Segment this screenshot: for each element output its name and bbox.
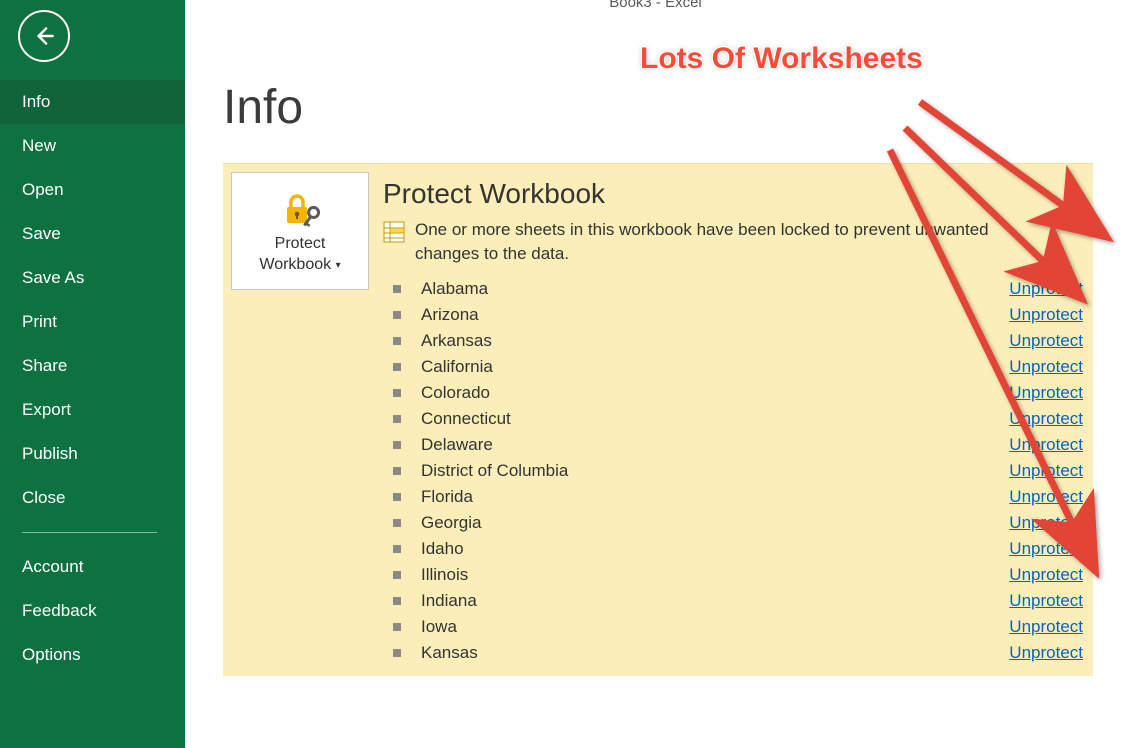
sidebar-divider	[22, 532, 157, 533]
sheet-row: ArkansasUnprotect	[383, 328, 1083, 354]
sheet-row: ArizonaUnprotect	[383, 302, 1083, 328]
sheet-row: GeorgiaUnprotect	[383, 510, 1083, 536]
sidebar-item-close[interactable]: Close	[0, 476, 185, 520]
sheet-name: Arizona	[421, 305, 1009, 325]
sidebar-item-feedback[interactable]: Feedback	[0, 589, 185, 633]
sheet-name: Idaho	[421, 539, 1009, 559]
unprotect-link[interactable]: Unprotect	[1009, 539, 1083, 559]
sheet-row: IndianaUnprotect	[383, 588, 1083, 614]
back-arrow-icon	[31, 23, 57, 49]
sheet-row: DelawareUnprotect	[383, 432, 1083, 458]
sheet-row: KansasUnprotect	[383, 640, 1083, 666]
protect-button-label-1: Protect	[275, 234, 326, 255]
sheet-name: Indiana	[421, 591, 1009, 611]
window-title-bar: Book3 - Excel	[185, 0, 1126, 8]
sheet-name: Florida	[421, 487, 1009, 507]
unprotect-link[interactable]: Unprotect	[1009, 279, 1083, 299]
bullet-icon	[393, 441, 401, 449]
sheet-row: District of ColumbiaUnprotect	[383, 458, 1083, 484]
sheet-row: AlabamaUnprotect	[383, 276, 1083, 302]
sidebar-item-publish[interactable]: Publish	[0, 432, 185, 476]
sidebar-item-export[interactable]: Export	[0, 388, 185, 432]
unprotect-link[interactable]: Unprotect	[1009, 487, 1083, 507]
sidebar-item-new[interactable]: New	[0, 124, 185, 168]
sheet-row: ColoradoUnprotect	[383, 380, 1083, 406]
unprotect-link[interactable]: Unprotect	[1009, 643, 1083, 663]
protect-workbook-button[interactable]: Protect Workbook ▾	[231, 172, 369, 290]
sheet-name: Colorado	[421, 383, 1009, 403]
bullet-icon	[393, 467, 401, 475]
unprotect-link[interactable]: Unprotect	[1009, 435, 1083, 455]
sidebar-item-save[interactable]: Save	[0, 212, 185, 256]
protect-workbook-card: Protect Workbook ▾ Protect Workbook One …	[223, 163, 1093, 676]
sheet-row: IllinoisUnprotect	[383, 562, 1083, 588]
sidebar-item-save-as[interactable]: Save As	[0, 256, 185, 300]
sheet-name: Arkansas	[421, 331, 1009, 351]
unprotect-link[interactable]: Unprotect	[1009, 461, 1083, 481]
sidebar-item-options[interactable]: Options	[0, 633, 185, 677]
sheet-row: IdahoUnprotect	[383, 536, 1083, 562]
card-heading: Protect Workbook	[383, 178, 1083, 210]
worksheet-icon	[383, 221, 405, 243]
sheet-row: FloridaUnprotect	[383, 484, 1083, 510]
sheet-row: CaliforniaUnprotect	[383, 354, 1083, 380]
sheet-name: District of Columbia	[421, 461, 1009, 481]
bullet-icon	[393, 311, 401, 319]
bullet-icon	[393, 571, 401, 579]
bullet-icon	[393, 415, 401, 423]
card-description: One or more sheets in this workbook have…	[415, 218, 1035, 266]
sheet-name: Alabama	[421, 279, 1009, 299]
bullet-icon	[393, 363, 401, 371]
sidebar-item-account[interactable]: Account	[0, 545, 185, 589]
unprotect-link[interactable]: Unprotect	[1009, 331, 1083, 351]
lock-key-icon	[279, 186, 321, 234]
sidebar-item-share[interactable]: Share	[0, 344, 185, 388]
sheet-row: ConnecticutUnprotect	[383, 406, 1083, 432]
protected-sheet-list: AlabamaUnprotectArizonaUnprotectArkansas…	[383, 276, 1083, 666]
sheet-name: California	[421, 357, 1009, 377]
unprotect-link[interactable]: Unprotect	[1009, 513, 1083, 533]
bullet-icon	[393, 519, 401, 527]
dropdown-caret-icon: ▾	[336, 260, 341, 271]
bullet-icon	[393, 389, 401, 397]
sheet-name: Georgia	[421, 513, 1009, 533]
bullet-icon	[393, 493, 401, 501]
sidebar-item-print[interactable]: Print	[0, 300, 185, 344]
protect-button-label-2: Workbook	[259, 256, 331, 273]
sidebar-item-info[interactable]: Info	[0, 80, 185, 124]
sheet-name: Illinois	[421, 565, 1009, 585]
bullet-icon	[393, 545, 401, 553]
back-button[interactable]	[18, 10, 70, 62]
bullet-icon	[393, 649, 401, 657]
window-title: Book3 - Excel	[609, 0, 702, 11]
unprotect-link[interactable]: Unprotect	[1009, 305, 1083, 325]
annotation-label: Lots Of Worksheets	[640, 42, 923, 76]
unprotect-link[interactable]: Unprotect	[1009, 357, 1083, 377]
bullet-icon	[393, 597, 401, 605]
bullet-icon	[393, 623, 401, 631]
backstage-sidebar: InfoNewOpenSaveSave AsPrintShareExportPu…	[0, 0, 185, 748]
sheet-name: Iowa	[421, 617, 1009, 637]
bullet-icon	[393, 285, 401, 293]
card-body: Protect Workbook One or more sheets in t…	[377, 164, 1093, 676]
sheet-row: IowaUnprotect	[383, 614, 1083, 640]
bullet-icon	[393, 337, 401, 345]
unprotect-link[interactable]: Unprotect	[1009, 383, 1083, 403]
unprotect-link[interactable]: Unprotect	[1009, 617, 1083, 637]
sidebar-item-open[interactable]: Open	[0, 168, 185, 212]
sheet-name: Connecticut	[421, 409, 1009, 429]
unprotect-link[interactable]: Unprotect	[1009, 591, 1083, 611]
sheet-name: Kansas	[421, 643, 1009, 663]
unprotect-link[interactable]: Unprotect	[1009, 409, 1083, 429]
unprotect-link[interactable]: Unprotect	[1009, 565, 1083, 585]
sheet-name: Delaware	[421, 435, 1009, 455]
page-title: Info	[223, 80, 1126, 135]
main-panel: Book3 - Excel Info Protect	[185, 0, 1126, 748]
